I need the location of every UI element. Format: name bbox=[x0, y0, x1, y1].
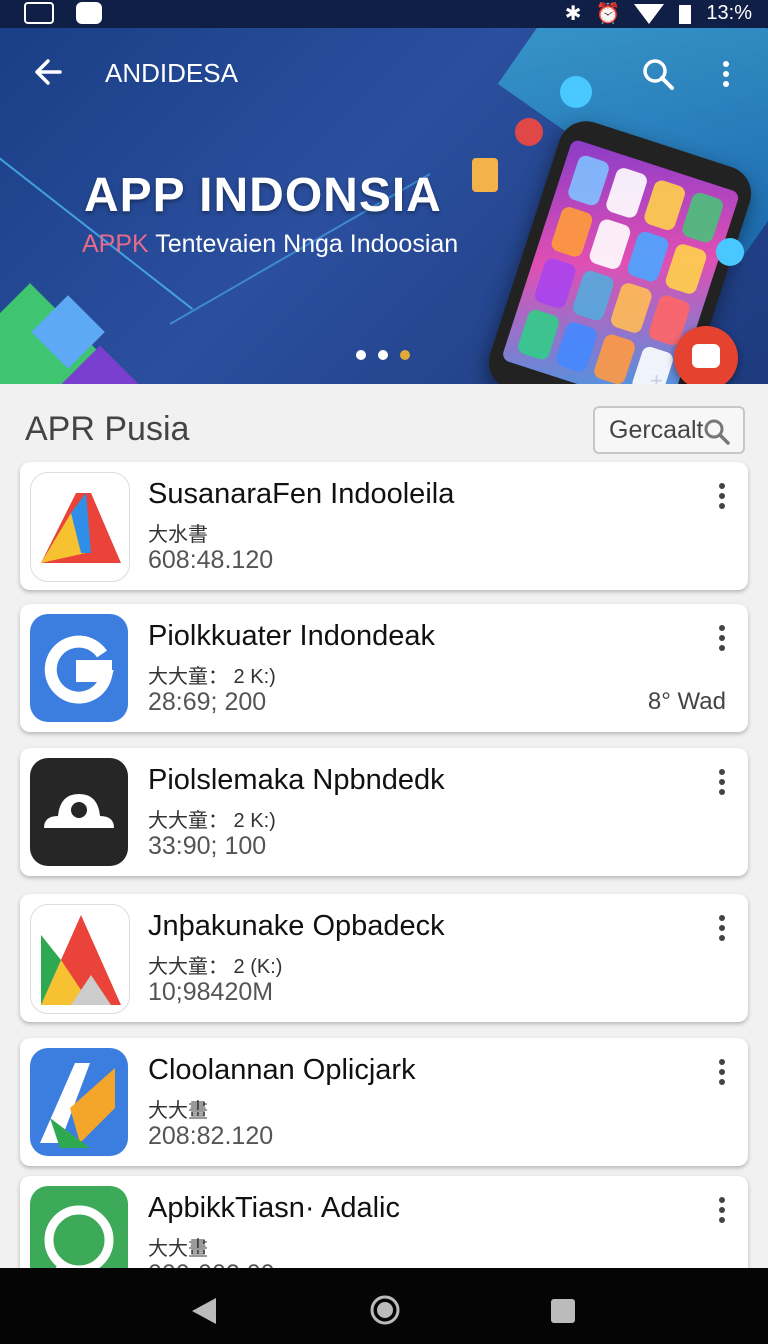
app-name: Piolkkuater Indondeak bbox=[148, 620, 435, 652]
app-meta: 大大童： 2 K:) bbox=[148, 666, 276, 688]
app-bubble-icon bbox=[515, 118, 543, 146]
app-name: Piolslemaka Npbndedk bbox=[148, 764, 445, 796]
status-bar: ✱ ⏰ 13:% bbox=[0, 0, 768, 28]
more-vert-icon[interactable] bbox=[716, 1196, 728, 1224]
alarm-icon: ⏰ bbox=[595, 3, 621, 25]
app-meta: 大大畫 bbox=[148, 1238, 208, 1260]
app-meta: 大大童： 2 K:) bbox=[148, 810, 276, 832]
app-list-item[interactable]: Cloolannan Oplicjark 大大畫 208:82.120 bbox=[20, 1038, 748, 1166]
more-vert-icon[interactable] bbox=[716, 482, 728, 510]
more-vert-icon[interactable] bbox=[714, 56, 738, 92]
page-dot-active[interactable] bbox=[400, 350, 410, 360]
app-list-item[interactable]: Piolslemaka Npbndedk 大大童： 2 K:) 33:90; 1… bbox=[20, 748, 748, 876]
app-stat: 608:48.120 bbox=[148, 546, 274, 574]
hero-subtitle: APPK Tentevaien Nnga Indoosian bbox=[82, 230, 459, 258]
chat-fab-button[interactable] bbox=[674, 326, 738, 384]
nav-home-icon[interactable] bbox=[369, 1294, 401, 1326]
nav-back-icon[interactable] bbox=[190, 1296, 218, 1326]
app-icon bbox=[30, 758, 128, 866]
app-bubble-icon bbox=[716, 238, 744, 266]
more-vert-icon[interactable] bbox=[716, 624, 728, 652]
app-list-item[interactable]: SusanaraFen Indooleila 大水書 608:48.120 bbox=[20, 462, 748, 590]
app-bubble-icon bbox=[560, 76, 592, 108]
app-name: SusanaraFen Indooleila bbox=[148, 478, 455, 510]
search-button-label: Gercaalt bbox=[609, 415, 704, 444]
search-icon bbox=[704, 419, 730, 445]
app-icon bbox=[30, 1048, 128, 1156]
app-meta: 大大畫 bbox=[148, 1100, 208, 1122]
app-name: ApbikkTiasn· Adalic bbox=[148, 1192, 400, 1224]
search-icon[interactable] bbox=[640, 56, 676, 92]
app-icon bbox=[30, 904, 130, 1014]
plus-icon: + bbox=[650, 368, 663, 384]
section-title: APR Pusia bbox=[25, 410, 190, 448]
hero-title: APP INDONSIA bbox=[84, 169, 442, 222]
app-bar-title: ANDIDESA bbox=[105, 58, 238, 88]
back-arrow-icon[interactable] bbox=[30, 54, 66, 90]
app-bubble-icon bbox=[472, 158, 498, 192]
app-stat: 28:69; 200 bbox=[148, 688, 267, 716]
more-vert-icon[interactable] bbox=[716, 768, 728, 796]
app-meta: 大水書 bbox=[148, 524, 208, 546]
app-stat: 33:90; 100 bbox=[148, 832, 267, 860]
app-name: Cloolannan Oplicjark bbox=[148, 1054, 416, 1086]
wifi-icon bbox=[634, 3, 665, 24]
app-extra: 8° Wad bbox=[647, 688, 726, 715]
more-vert-icon[interactable] bbox=[716, 914, 728, 942]
search-button[interactable]: Gercaalt bbox=[593, 406, 745, 454]
more-vert-icon[interactable] bbox=[716, 1058, 728, 1086]
page-dot[interactable] bbox=[378, 350, 388, 360]
bluetooth-icon: ✱ bbox=[564, 3, 582, 25]
nav-recents-icon[interactable] bbox=[550, 1298, 576, 1324]
app-list-item[interactable]: Jnþakunake Opbadeck 大大童： 2 (K:) 10;98420… bbox=[20, 894, 748, 1022]
app-icon bbox=[30, 472, 130, 582]
app-meta: 大大童： 2 (K:) bbox=[148, 956, 283, 978]
app-stat: 10;98420M bbox=[148, 978, 274, 1006]
app-stat: 208:82.120 bbox=[148, 1122, 274, 1150]
page-dot[interactable] bbox=[356, 350, 366, 360]
battery-icon bbox=[679, 4, 692, 24]
page-indicator[interactable] bbox=[356, 350, 410, 360]
app-icon bbox=[30, 614, 128, 722]
image-icon bbox=[24, 2, 54, 24]
cloud-icon bbox=[76, 2, 102, 24]
battery-text: 13:% bbox=[706, 2, 752, 24]
app-name: Jnþakunake Opbadeck bbox=[148, 910, 445, 942]
app-list-item[interactable]: Piolkkuater Indondeak 大大童： 2 K:) 28:69; … bbox=[20, 604, 748, 732]
